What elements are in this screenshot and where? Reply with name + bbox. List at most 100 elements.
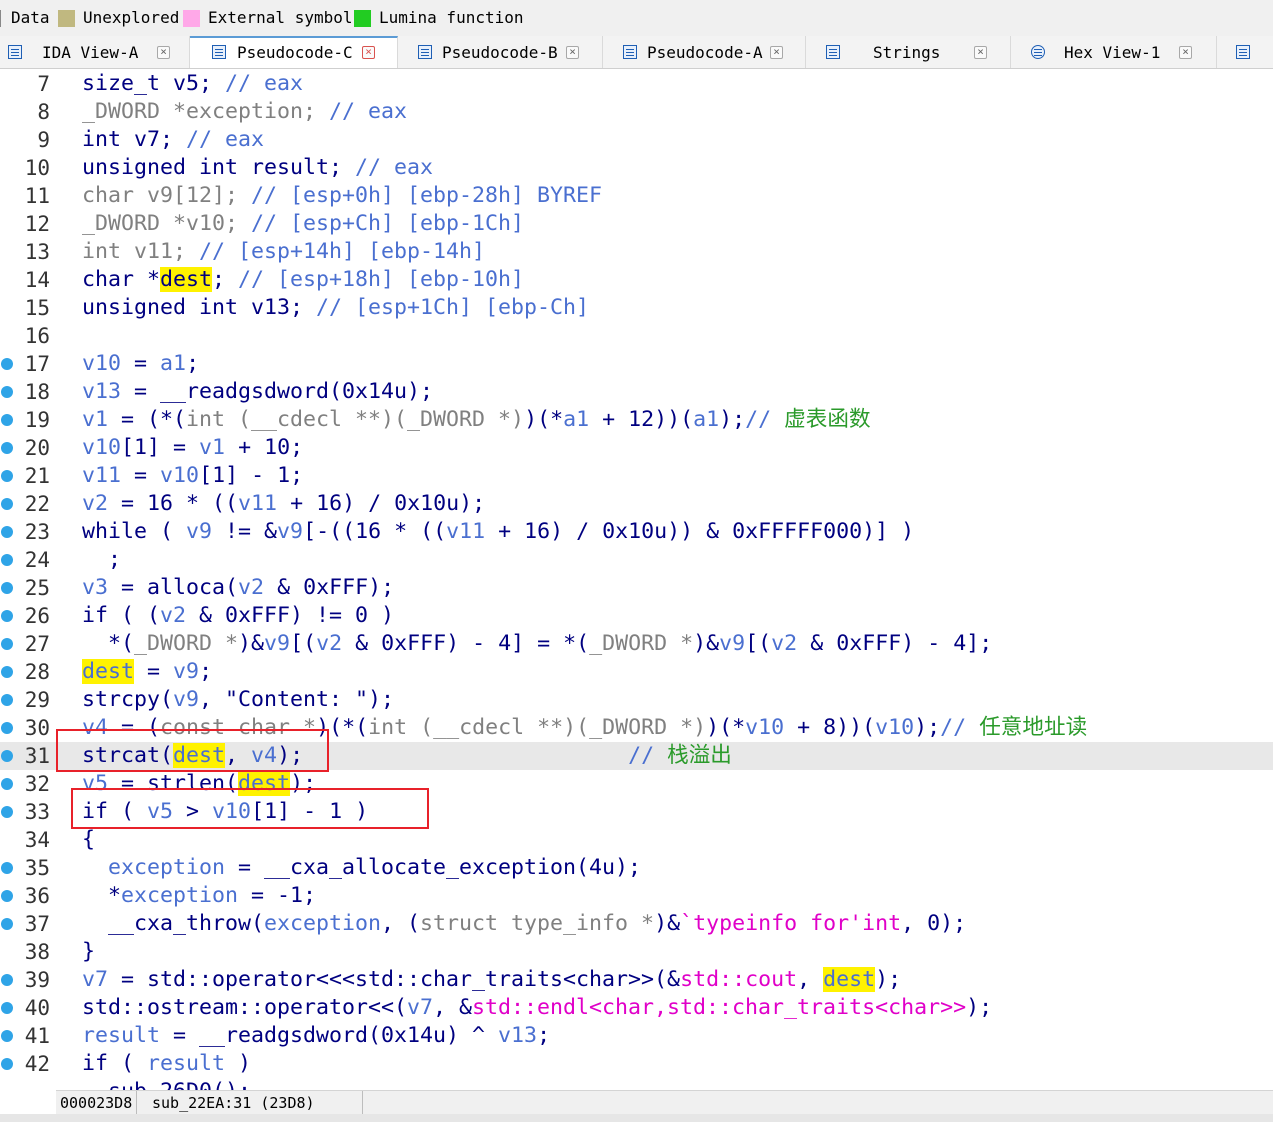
code-line[interactable]: 17 v10 = a1; bbox=[0, 350, 1273, 378]
code-line[interactable]: 19 v1 = (*(int (__cdecl **)(_DWORD *))(*… bbox=[0, 406, 1273, 434]
breakpoint-dot-icon[interactable] bbox=[1, 582, 13, 594]
code-token: v11 bbox=[82, 463, 122, 488]
code-token: & 0xFFF); bbox=[264, 575, 395, 600]
code-line[interactable]: 42 if ( result ) bbox=[0, 1050, 1273, 1078]
legend-label: External symbol bbox=[208, 8, 353, 27]
code-line[interactable]: 12 _DWORD *v10; // [esp+Ch] [ebp-1Ch] bbox=[0, 210, 1273, 238]
code-text: *exception = -1; bbox=[56, 882, 316, 910]
line-number: 28 bbox=[24, 660, 50, 684]
tab-strings[interactable]: Strings × bbox=[806, 36, 1011, 68]
close-tab-icon[interactable]: × bbox=[770, 46, 783, 59]
breakpoint-dot-icon[interactable] bbox=[1, 554, 13, 566]
breakpoint-dot-icon[interactable] bbox=[1, 638, 13, 650]
line-number: 30 bbox=[24, 716, 50, 740]
status-location: sub_22EA:31 (23D8) bbox=[148, 1091, 363, 1115]
breakpoint-dot-icon[interactable] bbox=[1, 974, 13, 986]
code-line[interactable]: 8 _DWORD *exception; // eax bbox=[0, 98, 1273, 126]
code-token: = __cxa_allocate_exception(4u); bbox=[225, 855, 642, 880]
breakpoint-dot-icon[interactable] bbox=[1, 722, 13, 734]
code-token: dest bbox=[238, 771, 291, 796]
status-bar: 000023D8 sub_22EA:31 (23D8) bbox=[56, 1090, 1273, 1115]
code-token: v9 bbox=[173, 659, 200, 684]
code-line[interactable]: 26 if ( (v2 & 0xFFF) != 0 ) bbox=[0, 602, 1273, 630]
close-tab-icon[interactable]: × bbox=[1179, 46, 1192, 59]
code-line[interactable]: 23 while ( v9 != &v9[-((16 * ((v11 + 16)… bbox=[0, 518, 1273, 546]
code-line[interactable]: sub_26D0(); bbox=[0, 1078, 1273, 1090]
breakpoint-dot-icon[interactable] bbox=[1, 386, 13, 398]
breakpoint-dot-icon[interactable] bbox=[1, 414, 13, 426]
code-token: v1 bbox=[82, 407, 109, 432]
line-number: 40 bbox=[24, 996, 50, 1020]
pseudocode-view[interactable]: 7 size_t v5; // eax 8 _DWORD *exception; … bbox=[0, 70, 1273, 1090]
code-line[interactable]: 22 v2 = 16 * ((v11 + 16) / 0x10u); bbox=[0, 490, 1273, 518]
breakpoint-dot-icon[interactable] bbox=[1, 806, 13, 818]
breakpoint-dot-icon[interactable] bbox=[1, 1002, 13, 1014]
code-line[interactable]: 14 char *dest; // [esp+18h] [ebp-10h] bbox=[0, 266, 1273, 294]
breakpoint-dot-icon[interactable] bbox=[1, 666, 13, 678]
code-line[interactable]: 34 { bbox=[0, 826, 1273, 854]
code-token: & 0xFFF) - 4]; bbox=[797, 631, 993, 656]
code-line[interactable]: 41 result = __readgsdword(0x14u) ^ v13; bbox=[0, 1022, 1273, 1050]
code-line[interactable]: 20 v10[1] = v1 + 10; bbox=[0, 434, 1273, 462]
breakpoint-dot-icon[interactable] bbox=[1, 442, 13, 454]
code-line[interactable]: 24 ; bbox=[0, 546, 1273, 574]
code-line[interactable]: 33 if ( v5 > v10[1] - 1 ) bbox=[0, 798, 1273, 826]
breakpoint-dot-icon[interactable] bbox=[1, 1030, 13, 1042]
tab-structures[interactable] bbox=[1217, 36, 1273, 68]
breakpoint-dot-icon[interactable] bbox=[1, 694, 13, 706]
close-tab-icon[interactable]: × bbox=[974, 46, 987, 59]
code-token: 栈溢出 bbox=[667, 743, 732, 768]
code-line[interactable]: 37 __cxa_throw(exception, (struct type_i… bbox=[0, 910, 1273, 938]
breakpoint-dot-icon[interactable] bbox=[1, 526, 13, 538]
code-line[interactable]: 15 unsigned int v13; // [esp+1Ch] [ebp-C… bbox=[0, 294, 1273, 322]
breakpoint-dot-icon[interactable] bbox=[1, 470, 13, 482]
code-line[interactable]: 30 v4 = (const char *)(*(int (__cdecl **… bbox=[0, 714, 1273, 742]
tab-hex-view-1[interactable]: Hex View-1 × bbox=[1011, 36, 1217, 68]
code-line[interactable]: 21 v11 = v10[1] - 1; bbox=[0, 462, 1273, 490]
code-line[interactable]: 16 bbox=[0, 322, 1273, 350]
code-line[interactable]: 9 int v7; // eax bbox=[0, 126, 1273, 154]
code-line[interactable]: 13 int v11; // [esp+14h] [ebp-14h] bbox=[0, 238, 1273, 266]
tab-pseudocode-b[interactable]: Pseudocode-B × bbox=[398, 36, 603, 68]
code-line[interactable]: 39 v7 = std::operator<<<std::char_traits… bbox=[0, 966, 1273, 994]
code-line[interactable]: 31 strcat(dest, v4); // 栈溢出 bbox=[0, 742, 1273, 770]
code-token: v7 bbox=[82, 967, 109, 992]
close-tab-icon[interactable]: × bbox=[362, 46, 375, 59]
close-tab-icon[interactable]: × bbox=[157, 46, 170, 59]
tab-ida-view-a[interactable]: IDA View-A × bbox=[0, 36, 190, 68]
code-token: unsigned int v13; bbox=[56, 295, 317, 320]
breakpoint-dot-icon[interactable] bbox=[1, 890, 13, 902]
breakpoint-dot-icon[interactable] bbox=[1, 610, 13, 622]
code-line[interactable]: 40 std::ostream::operator<<(v7, &std::en… bbox=[0, 994, 1273, 1022]
code-line[interactable]: 11 char v9[12]; // [esp+0h] [ebp-28h] BY… bbox=[0, 182, 1273, 210]
code-token: // [esp+1Ch] [ebp-Ch] bbox=[316, 295, 590, 320]
code-line[interactable]: 35 exception = __cxa_allocate_exception(… bbox=[0, 854, 1273, 882]
breakpoint-dot-icon[interactable] bbox=[1, 1058, 13, 1070]
code-line[interactable]: 27 *(_DWORD *)&v9[(v2 & 0xFFF) - 4] = *(… bbox=[0, 630, 1273, 658]
tab-pseudocode-c[interactable]: Pseudocode-C × bbox=[190, 36, 398, 68]
close-tab-icon[interactable]: × bbox=[566, 46, 579, 59]
breakpoint-dot-icon[interactable] bbox=[1, 862, 13, 874]
breakpoint-dot-icon[interactable] bbox=[1, 358, 13, 370]
code-token: dest bbox=[82, 659, 135, 684]
breakpoint-dot-icon[interactable] bbox=[1, 498, 13, 510]
code-line[interactable]: 25 v3 = alloca(v2 & 0xFFF); bbox=[0, 574, 1273, 602]
breakpoint-dot-icon[interactable] bbox=[1, 750, 13, 762]
tab-pseudocode-a[interactable]: Pseudocode-A × bbox=[603, 36, 806, 68]
line-number: 17 bbox=[24, 352, 50, 376]
code-line[interactable]: 38 } bbox=[0, 938, 1273, 966]
legend-item-unexplored: Unexplored bbox=[58, 8, 179, 28]
code-text: exception = __cxa_allocate_exception(4u)… bbox=[56, 854, 641, 882]
code-line[interactable]: 28 dest = v9; bbox=[0, 658, 1273, 686]
code-line[interactable]: 18 v13 = __readgsdword(0x14u); bbox=[0, 378, 1273, 406]
code-line[interactable]: 32 v5 = strlen(dest); bbox=[0, 770, 1273, 798]
code-line[interactable]: 10 unsigned int result; // eax bbox=[0, 154, 1273, 182]
breakpoint-dot-icon[interactable] bbox=[1, 778, 13, 790]
code-token: , "Content: "); bbox=[199, 687, 395, 712]
code-token: v9 bbox=[264, 631, 291, 656]
breakpoint-dot-icon[interactable] bbox=[1, 918, 13, 930]
code-line[interactable]: 7 size_t v5; // eax bbox=[0, 70, 1273, 98]
code-line[interactable]: 29 strcpy(v9, "Content: "); bbox=[0, 686, 1273, 714]
code-line[interactable]: 36 *exception = -1; bbox=[0, 882, 1273, 910]
